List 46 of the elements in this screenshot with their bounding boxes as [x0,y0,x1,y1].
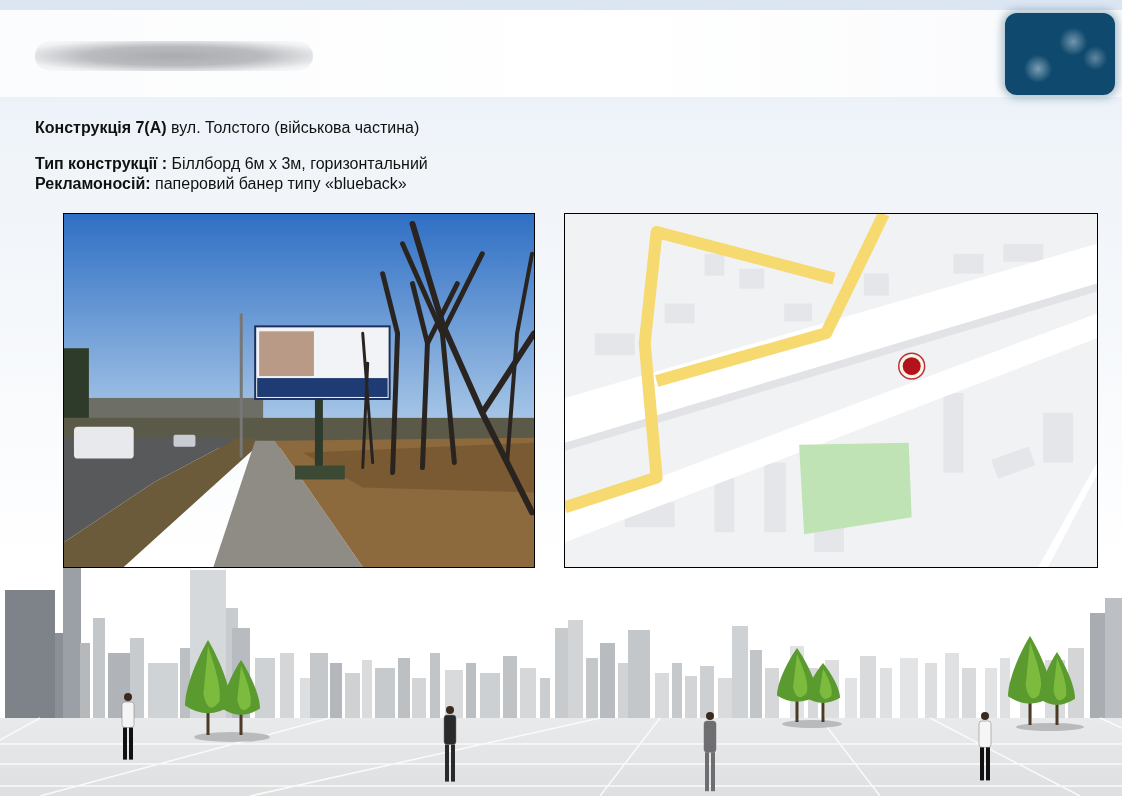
building [345,673,360,718]
building [362,660,372,718]
building [480,673,500,718]
building [430,653,440,718]
building [672,663,682,718]
spec-text: Рекламоносій: паперовий банер типу «blueback» [35,174,407,194]
building [148,663,178,718]
building [900,658,918,718]
location-marker-icon [898,352,926,380]
building [586,658,598,718]
building [280,653,294,718]
person-silhouette-icon [443,706,457,782]
building [412,678,426,718]
building [655,673,669,718]
building [520,668,536,718]
building [962,668,976,718]
spec-text: Тип конструкції : Біллборд 6м х 3м, горизонтальний [35,154,428,174]
blurred-logo-icon [1005,12,1115,95]
tree-icon [806,663,840,722]
person-silhouette-icon [121,693,135,760]
building [330,663,342,718]
construction-title: Конструкція 7(А) вул. Толстого (військова частина) [35,118,420,137]
tree-shadow [782,720,842,728]
building [540,678,550,718]
building [845,678,857,718]
building [765,668,779,718]
building [985,668,997,718]
building [860,656,876,718]
tree-icon [1039,652,1075,725]
building [398,658,410,718]
building [700,666,714,718]
building [503,656,517,718]
tree-icon [222,660,260,735]
building [750,650,762,718]
person-silhouette-icon [978,712,992,781]
building [925,663,937,718]
building [1000,658,1010,718]
tree-icon [185,640,231,735]
building [466,663,476,718]
building [255,658,275,718]
tree-shadow [1016,723,1084,731]
building [880,668,892,718]
building [375,668,395,718]
building [685,676,697,718]
person-silhouette-icon [703,712,717,792]
building [945,653,959,718]
